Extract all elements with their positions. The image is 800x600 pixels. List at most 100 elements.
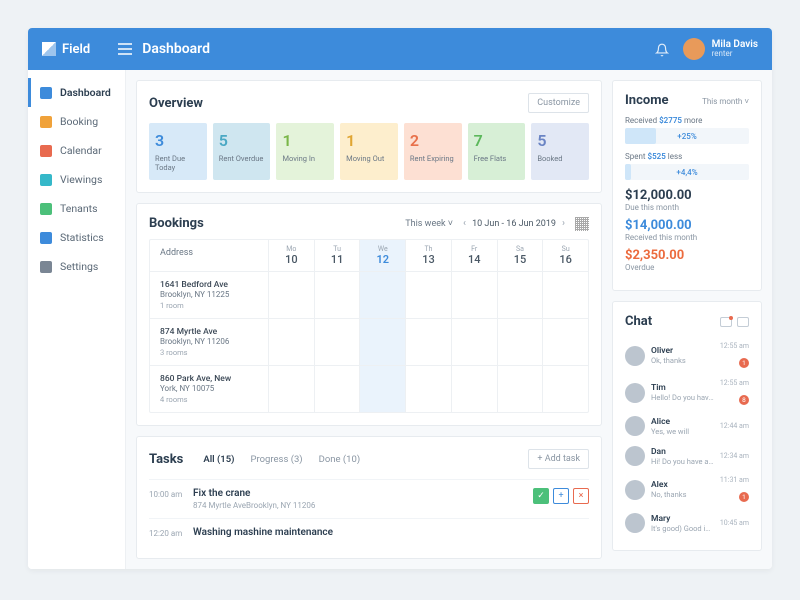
tasks-title: Tasks <box>149 452 183 467</box>
customize-button[interactable]: Customize <box>528 93 589 113</box>
chat-item[interactable]: AliceYes, we will12:44 am <box>625 411 749 441</box>
cal-cell[interactable] <box>405 319 451 365</box>
plus-icon[interactable]: + <box>553 488 569 504</box>
unread-badge: 8 <box>739 395 749 405</box>
stat-card[interactable]: 7Free Flats <box>468 123 526 180</box>
cal-cell[interactable] <box>359 272 405 318</box>
chat-item[interactable]: AlexNo, thanks11:31 am1 <box>625 471 749 508</box>
stat-card[interactable]: 5Rent Overdue <box>213 123 271 180</box>
bookings-panel: Bookings This week ˅ ‹ 10 Jun - 16 Jun 2… <box>136 203 602 426</box>
cal-cell[interactable] <box>314 272 360 318</box>
stat-card[interactable]: 1Moving Out <box>340 123 398 180</box>
chat-item[interactable]: MaryIt's good) Good ideas…10:45 am <box>625 508 749 538</box>
cal-cell[interactable] <box>314 366 360 412</box>
avatar <box>683 38 705 60</box>
nav-statistics[interactable]: Statistics <box>28 223 125 252</box>
cal-cell[interactable] <box>268 272 314 318</box>
nav-calendar[interactable]: Calendar <box>28 136 125 165</box>
cal-cell[interactable] <box>451 319 497 365</box>
avatar <box>625 446 645 466</box>
booking-address[interactable]: 1641 Bedford AveBrooklyn, NY 112251 room <box>150 272 268 318</box>
unread-badge: 1 <box>739 492 749 502</box>
close-icon[interactable]: × <box>573 488 589 504</box>
add-task-button[interactable]: + Add task <box>528 449 589 469</box>
spent-bar: +4,4% <box>625 164 749 180</box>
next-arrow-icon[interactable]: › <box>562 218 565 229</box>
stats-icon <box>40 232 52 244</box>
booking-row: 1641 Bedford AveBrooklyn, NY 112251 room <box>150 272 588 319</box>
stat-card[interactable]: 3Rent Due Today <box>149 123 207 180</box>
day-header[interactable]: We12 <box>359 240 405 271</box>
users-icon <box>40 203 52 215</box>
nav-dashboard[interactable]: Dashboard <box>28 78 125 107</box>
task-tab[interactable]: All (15) <box>203 454 234 465</box>
avatar <box>625 383 645 403</box>
cal-cell[interactable] <box>405 366 451 412</box>
cal-cell[interactable] <box>542 366 588 412</box>
menu-icon[interactable] <box>118 40 132 59</box>
stat-card[interactable]: 1Moving In <box>276 123 334 180</box>
day-header[interactable]: Tu11 <box>314 240 360 271</box>
chat-item[interactable]: DanHi! Do you have an…12:34 am <box>625 441 749 471</box>
task-tab[interactable]: Progress (3) <box>251 454 303 465</box>
stat-card[interactable]: 5Booked <box>531 123 589 180</box>
overview-title: Overview <box>149 96 203 111</box>
eye-icon <box>40 174 52 186</box>
date-range: ‹ 10 Jun - 16 Jun 2019 › <box>463 218 565 229</box>
cal-cell[interactable] <box>497 366 543 412</box>
avatar <box>625 480 645 500</box>
task-row: 12:20 amWashing mashine maintenance <box>149 518 589 546</box>
day-header[interactable]: Th13 <box>405 240 451 271</box>
calendar-icon[interactable] <box>737 317 749 327</box>
booking-address[interactable]: 860 Park Ave, NewYork, NY 100754 rooms <box>150 366 268 412</box>
cal-cell[interactable] <box>268 319 314 365</box>
prev-arrow-icon[interactable]: ‹ <box>463 218 466 229</box>
cal-cell[interactable] <box>314 319 360 365</box>
cal-cell[interactable] <box>359 366 405 412</box>
task-tab[interactable]: Done (10) <box>319 454 361 465</box>
day-header[interactable]: Sa15 <box>497 240 543 271</box>
nav-tenants[interactable]: Tenants <box>28 194 125 223</box>
income-figure: $12,000.00Due this month <box>625 188 749 212</box>
cal-cell[interactable] <box>542 272 588 318</box>
chat-item[interactable]: OliverOk, thanks12:55 am1 <box>625 337 749 374</box>
stat-card[interactable]: 2Rent Expiring <box>404 123 462 180</box>
cal-cell[interactable] <box>497 319 543 365</box>
cal-cell[interactable] <box>542 319 588 365</box>
logo[interactable]: Field <box>42 42 90 57</box>
chat-item[interactable]: TimHello! Do you have…12:55 am8 <box>625 374 749 411</box>
day-header[interactable]: Su16 <box>542 240 588 271</box>
day-header[interactable]: Mo10 <box>268 240 314 271</box>
nav-settings[interactable]: Settings <box>28 252 125 281</box>
cal-cell[interactable] <box>451 366 497 412</box>
logo-icon <box>42 42 56 56</box>
period-selector[interactable]: This month ˅ <box>702 97 749 106</box>
income-figure: $14,000.00Received this month <box>625 218 749 242</box>
cal-cell[interactable] <box>497 272 543 318</box>
cal-cell[interactable] <box>405 272 451 318</box>
booking-row: 860 Park Ave, NewYork, NY 100754 rooms <box>150 366 588 412</box>
mail-icon[interactable] <box>720 317 732 327</box>
received-bar: +25% <box>625 128 749 144</box>
booking-address[interactable]: 874 Myrtle AveBrooklyn, NY 112063 rooms <box>150 319 268 365</box>
cal-cell[interactable] <box>268 366 314 412</box>
cal-cell[interactable] <box>451 272 497 318</box>
user-menu[interactable]: Mila Davis renter <box>683 38 758 60</box>
page-title: Dashboard <box>142 41 210 57</box>
address-header: Address <box>150 240 268 271</box>
cal-cell[interactable] <box>359 319 405 365</box>
avatar <box>625 513 645 533</box>
bookings-title: Bookings <box>149 216 204 231</box>
topbar: Field Dashboard Mila Davis renter <box>28 28 772 70</box>
brand-text: Field <box>62 42 90 57</box>
day-header[interactable]: Fr14 <box>451 240 497 271</box>
week-selector[interactable]: This week ˅ <box>405 218 453 229</box>
grid-icon[interactable] <box>575 217 589 231</box>
income-panel: Income This month ˅ Received $2775 more … <box>612 80 762 291</box>
nav-viewings[interactable]: Viewings <box>28 165 125 194</box>
received-line: Received $2775 more <box>625 116 749 125</box>
check-icon[interactable]: ✓ <box>533 488 549 504</box>
nav-booking[interactable]: Booking <box>28 107 125 136</box>
bell-icon[interactable] <box>655 42 669 56</box>
chat-panel: Chat OliverOk, thanks12:55 am1TimHello! … <box>612 301 762 551</box>
